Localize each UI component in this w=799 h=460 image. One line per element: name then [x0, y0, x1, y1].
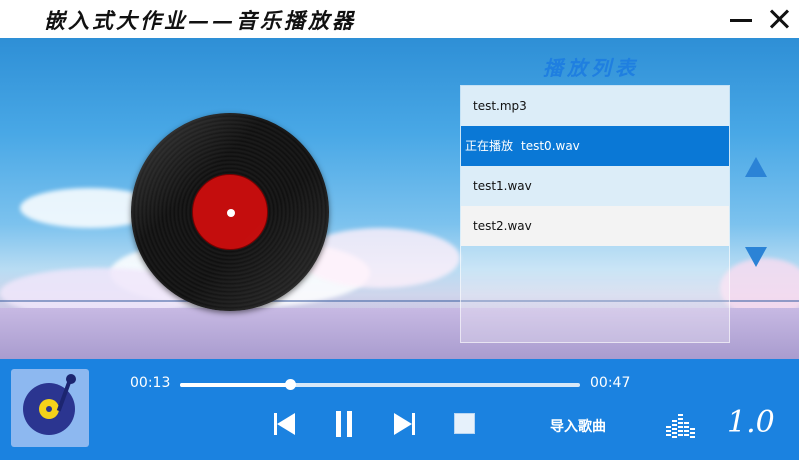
equalizer-icon[interactable]	[666, 414, 696, 438]
triangle-up-icon[interactable]	[745, 157, 767, 179]
skip-next-icon[interactable]	[392, 411, 418, 437]
playlist-item-label: test.mp3	[473, 99, 527, 113]
playlist-title: 播放列表	[543, 56, 639, 80]
now-playing-label: 正在播放	[465, 139, 514, 153]
progress-handle[interactable]	[285, 379, 297, 390]
vinyl-label	[192, 174, 268, 250]
playlist-item[interactable]: test2.wav	[461, 206, 729, 246]
playlist-item[interactable]: test1.wav	[461, 166, 729, 206]
triangle-down-icon[interactable]	[745, 247, 767, 269]
vinyl-hole	[227, 209, 235, 217]
current-time: 00:13	[130, 375, 171, 391]
skip-previous-icon[interactable]	[272, 411, 298, 437]
playlist[interactable]: test.mp3 正在播放 test0.wav test1.wav test2.w…	[460, 85, 730, 343]
minimize-icon[interactable]	[728, 6, 754, 32]
window-title: 嵌入式大作业——音乐播放器	[44, 8, 356, 33]
playlist-item-label: test2.wav	[473, 219, 532, 233]
playlist-item-label: test1.wav	[473, 179, 532, 193]
progress-slider[interactable]	[180, 379, 580, 390]
close-icon[interactable]	[766, 6, 792, 32]
version-label[interactable]: 1.0	[727, 405, 775, 440]
title-bar: 嵌入式大作业——音乐播放器	[0, 0, 799, 38]
stop-icon[interactable]	[452, 411, 478, 437]
pause-icon[interactable]	[332, 411, 358, 437]
background-scene: 播放列表 test.mp3 正在播放 test0.wav test1.wav te…	[0, 38, 799, 359]
turntable-icon	[11, 369, 89, 447]
control-bar: 00:13 00:47 导入歌曲 1.0	[0, 359, 799, 460]
vinyl-record-icon	[131, 113, 329, 311]
import-songs-button[interactable]: 导入歌曲	[550, 416, 606, 436]
total-time: 00:47	[590, 375, 631, 391]
playlist-item-now-playing[interactable]: 正在播放 test0.wav	[461, 126, 729, 166]
progress-fill	[180, 383, 291, 387]
playlist-item-label: test0.wav	[521, 139, 580, 153]
playlist-item[interactable]: test.mp3	[461, 86, 729, 126]
album-dot	[46, 406, 52, 412]
